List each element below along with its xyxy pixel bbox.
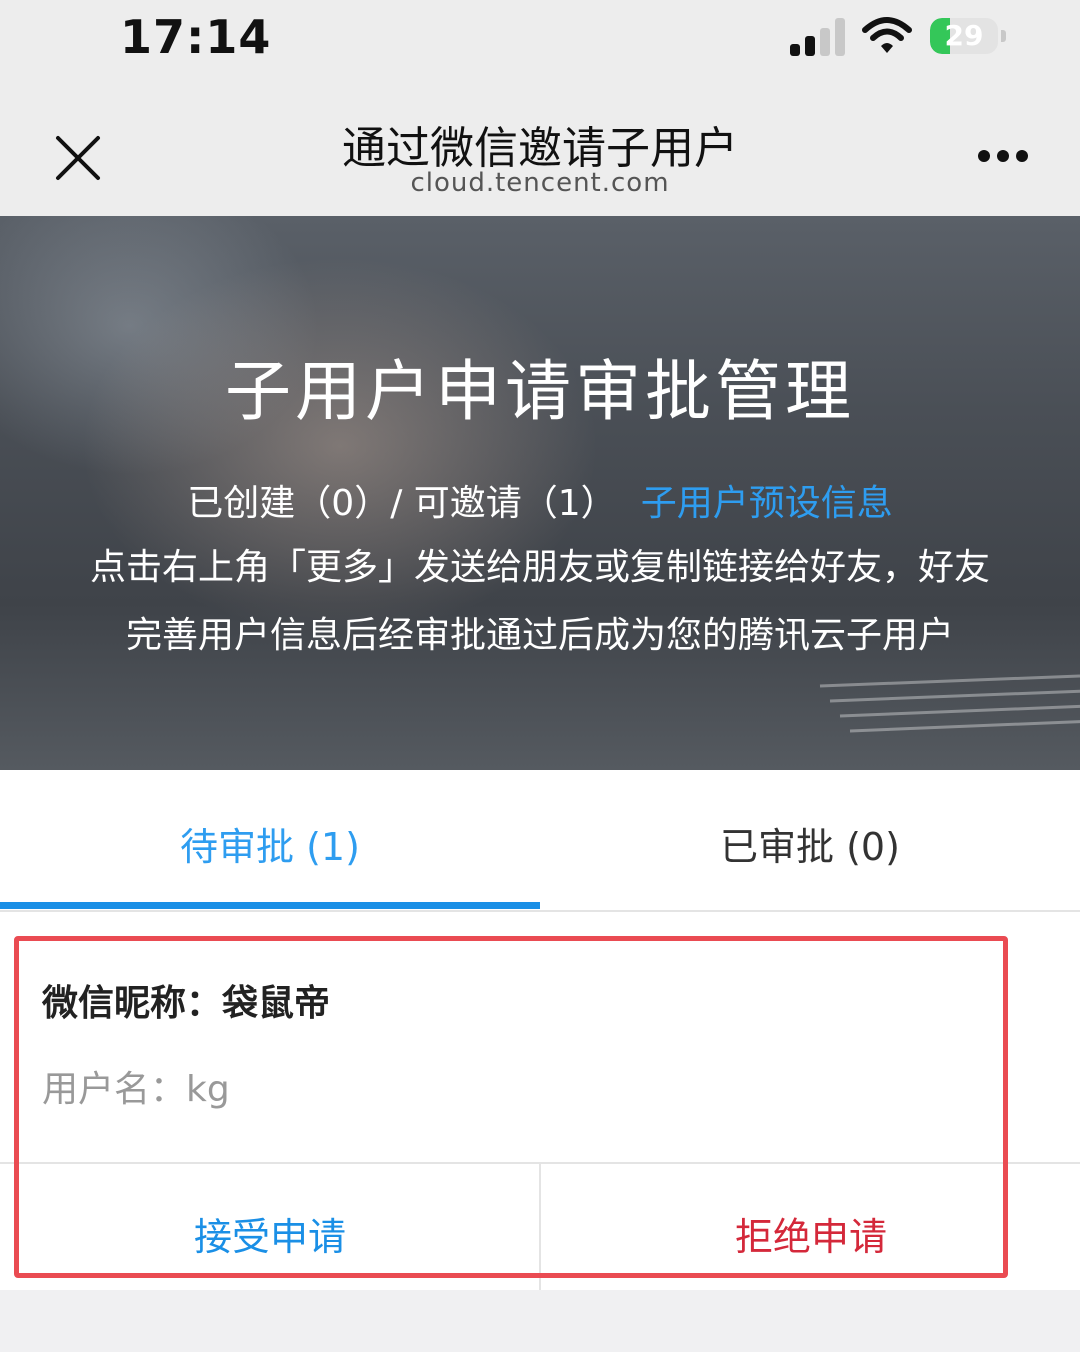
banner-description-line1: 点击右上角「更多」发送给朋友或复制链接给好友，好友 [89, 547, 990, 588]
banner-title: 子用户申请审批管理 [225, 353, 855, 430]
page-domain: cloud.tencent.com [410, 168, 670, 198]
application-card: 微信昵称：袋鼠帝 用户名：kg 接受申请 拒绝申请 [0, 912, 1080, 1290]
tab-approved[interactable]: 已审批 (0) [540, 770, 1080, 910]
battery-level: 29 [944, 19, 984, 52]
invite-stats: 已创建（0）/ 可邀请（1） 子用户预设信息 [0, 474, 1080, 526]
accept-label: 接受申请 [193, 1215, 346, 1259]
accept-application-button[interactable]: 接受申请 [0, 1164, 540, 1290]
wechat-nickname: 微信昵称：袋鼠帝 [42, 983, 331, 1024]
keyboard-decoration [819, 674, 1080, 733]
wifi-icon [862, 17, 912, 53]
tab-active-indicator [0, 902, 540, 909]
username: 用户名：kg [42, 1069, 230, 1110]
invite-stats-text: 已创建（0）/ 可邀请（1） [187, 483, 617, 524]
signal-icon [790, 18, 845, 56]
approval-tabs: 待审批 (1) 已审批 (0) [0, 770, 1080, 912]
status-time: 17:14 [120, 10, 272, 64]
tab-pending-label: 待审批 (1) [180, 825, 360, 869]
banner: 子用户申请审批管理 已创建（0）/ 可邀请（1） 子用户预设信息 点击右上角「更多… [0, 216, 1080, 770]
reject-application-button[interactable]: 拒绝申请 [541, 1164, 1080, 1290]
tab-pending[interactable]: 待审批 (1) [0, 770, 540, 910]
more-icon[interactable] [972, 144, 1034, 168]
page-title: 通过微信邀请子用户 [342, 123, 738, 174]
status-bar: 17:14 29 [0, 0, 1080, 92]
tab-approved-label: 已审批 (0) [720, 825, 900, 869]
banner-description-line2: 完善用户信息后经审批通过后成为您的腾讯云子用户 [125, 615, 954, 656]
subuser-preset-link[interactable]: 子用户预设信息 [641, 483, 893, 524]
nav-bar: 通过微信邀请子用户 cloud.tencent.com [0, 92, 1080, 216]
reject-label: 拒绝申请 [734, 1215, 887, 1259]
battery-icon: 29 [930, 18, 1008, 56]
